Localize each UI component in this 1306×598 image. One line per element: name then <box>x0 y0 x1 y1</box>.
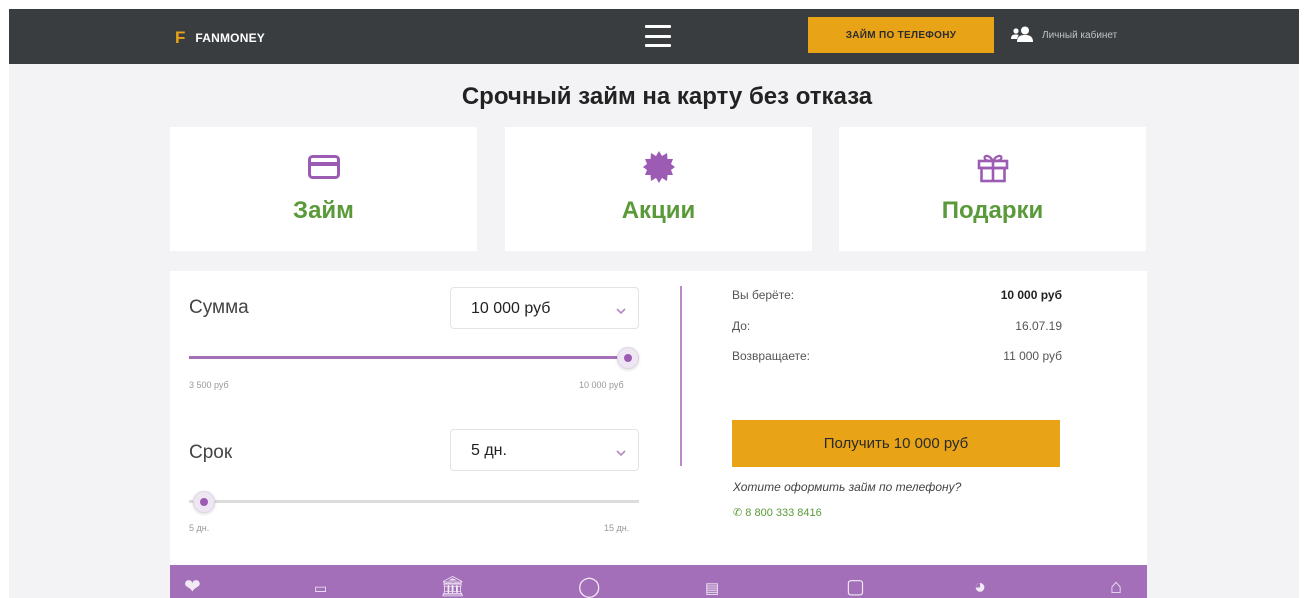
summary-borrow-value: 10 000 руб <box>1000 288 1062 302</box>
browser-frame: F FANMONEY ЗАЙМ ПО ТЕЛЕФОНУ Личный кабин… <box>9 9 1299 598</box>
term-value: 5 дн. <box>471 442 507 459</box>
amount-max-label: 10 000 руб <box>579 380 624 390</box>
loan-calculator: Сумма 10 000 руб 3 500 руб 10 000 руб Ср… <box>170 271 1147 571</box>
page-title: Срочный займ на карту без отказа <box>461 83 873 110</box>
gift-icon <box>977 151 1009 183</box>
term-slider-handle[interactable] <box>193 491 215 513</box>
partner-logo-icon: ▭ <box>314 580 328 596</box>
card-gifts[interactable]: Подарки <box>839 127 1146 251</box>
chevron-down-icon <box>616 302 626 320</box>
calculator-divider <box>680 286 682 466</box>
pie-icon: ◕ <box>974 576 987 598</box>
card-promotions[interactable]: Акции <box>505 127 812 251</box>
summary-return-value: 11 000 руб <box>1003 349 1062 363</box>
circle-logo-icon: ◯ <box>578 576 601 598</box>
text-logo-icon: ▤ <box>705 580 720 597</box>
summary-return-label: Возвращаете: <box>732 349 810 363</box>
summary-until-value: 16.07.19 <box>1015 319 1062 333</box>
term-min-label: 5 дн. <box>189 523 210 533</box>
hamburger-menu-icon[interactable] <box>645 25 671 47</box>
amount-label: Сумма <box>189 297 249 318</box>
summary-borrow-label: Вы берёте: <box>732 288 795 302</box>
card-gifts-label: Подарки <box>941 197 1044 224</box>
get-loan-button[interactable]: Получить 10 000 руб <box>732 420 1060 467</box>
credit-card-icon <box>307 151 340 183</box>
card-loan-label: Займ <box>293 197 354 224</box>
heart-icon: ❤ <box>184 576 201 598</box>
logo-text: FANMONEY <box>195 31 265 45</box>
summary-return-row: Возвращаете: 11 000 руб <box>732 349 1062 363</box>
summary-until-label: До: <box>732 319 751 333</box>
phone-number: 8 800 333 8416 <box>745 507 822 519</box>
phone-question: Хотите оформить займ по телефону? <box>733 480 962 494</box>
card-promotions-label: Акции <box>621 197 696 224</box>
phone-icon: ✆ <box>733 507 746 519</box>
phone-number-link[interactable]: ✆ 8 800 333 8416 <box>733 506 822 519</box>
chevron-down-icon <box>616 444 626 462</box>
personal-cabinet-link[interactable]: Личный кабинет <box>1010 26 1117 45</box>
term-label: Срок <box>189 442 233 463</box>
amount-value: 10 000 руб <box>471 300 551 317</box>
top-navigation-bar: F FANMONEY ЗАЙМ ПО ТЕЛЕФОНУ Личный кабин… <box>9 9 1299 64</box>
badge-icon <box>642 151 676 183</box>
bank-icon: 🏛 <box>440 576 466 598</box>
term-select[interactable]: 5 дн. <box>450 429 639 471</box>
amount-min-label: 3 500 руб <box>189 380 229 390</box>
cabinet-label: Личный кабинет <box>1042 30 1118 41</box>
amount-slider-handle[interactable] <box>617 347 639 369</box>
logo-mark: F <box>175 28 186 47</box>
partners-bar: ❤ ▭ 🏛 ◯ ▤ ▢ ◕ ⌂ <box>170 565 1147 598</box>
portrait-icon: ▢ <box>846 576 865 598</box>
user-icon <box>1010 26 1034 45</box>
logo[interactable]: F FANMONEY <box>175 28 265 48</box>
term-slider-track[interactable] <box>189 500 639 503</box>
summary-until-row: До: 16.07.19 <box>732 319 1062 333</box>
box-icon: ⌂ <box>1110 576 1123 598</box>
amount-slider-fill <box>189 356 639 359</box>
phone-loan-button[interactable]: ЗАЙМ ПО ТЕЛЕФОНУ <box>808 17 994 53</box>
term-max-label: 15 дн. <box>604 523 630 533</box>
summary-borrow-row: Вы берёте: 10 000 руб <box>732 288 1062 302</box>
card-loan[interactable]: Займ <box>170 127 477 251</box>
amount-select[interactable]: 10 000 руб <box>450 287 639 329</box>
